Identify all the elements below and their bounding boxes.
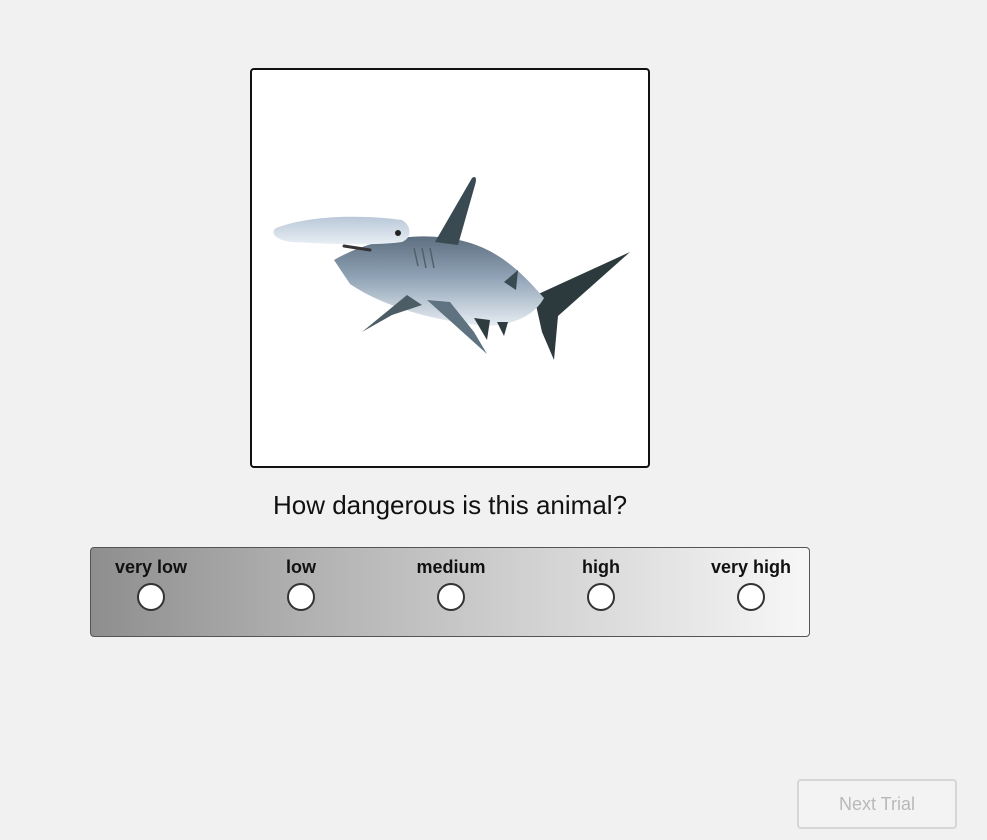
rating-radio-low[interactable] <box>287 583 315 611</box>
hammerhead-shark-image <box>273 176 630 360</box>
rating-option-very-high[interactable]: very high <box>691 556 811 626</box>
danger-rating-scale: very low low medium high very high <box>90 547 810 637</box>
question-text: How dangerous is this animal? <box>272 490 628 520</box>
rating-label-medium: medium <box>416 557 486 577</box>
rating-radio-very-high[interactable] <box>737 583 765 611</box>
rating-label-very-low: very low <box>114 557 188 577</box>
rating-radio-very-low[interactable] <box>137 583 165 611</box>
rating-option-high[interactable]: high <box>541 556 661 626</box>
rating-option-very-low[interactable]: very low <box>91 556 211 626</box>
stimulus-image-frame <box>250 68 650 468</box>
rating-option-medium[interactable]: medium <box>391 556 511 626</box>
rating-radio-high[interactable] <box>587 583 615 611</box>
rating-label-very-high: very high <box>710 557 792 577</box>
rating-label-low: low <box>286 557 316 577</box>
rating-label-high: high <box>582 557 620 577</box>
next-trial-button[interactable]: Next Trial <box>797 779 957 829</box>
rating-radio-medium[interactable] <box>437 583 465 611</box>
rating-option-low[interactable]: low <box>241 556 361 626</box>
